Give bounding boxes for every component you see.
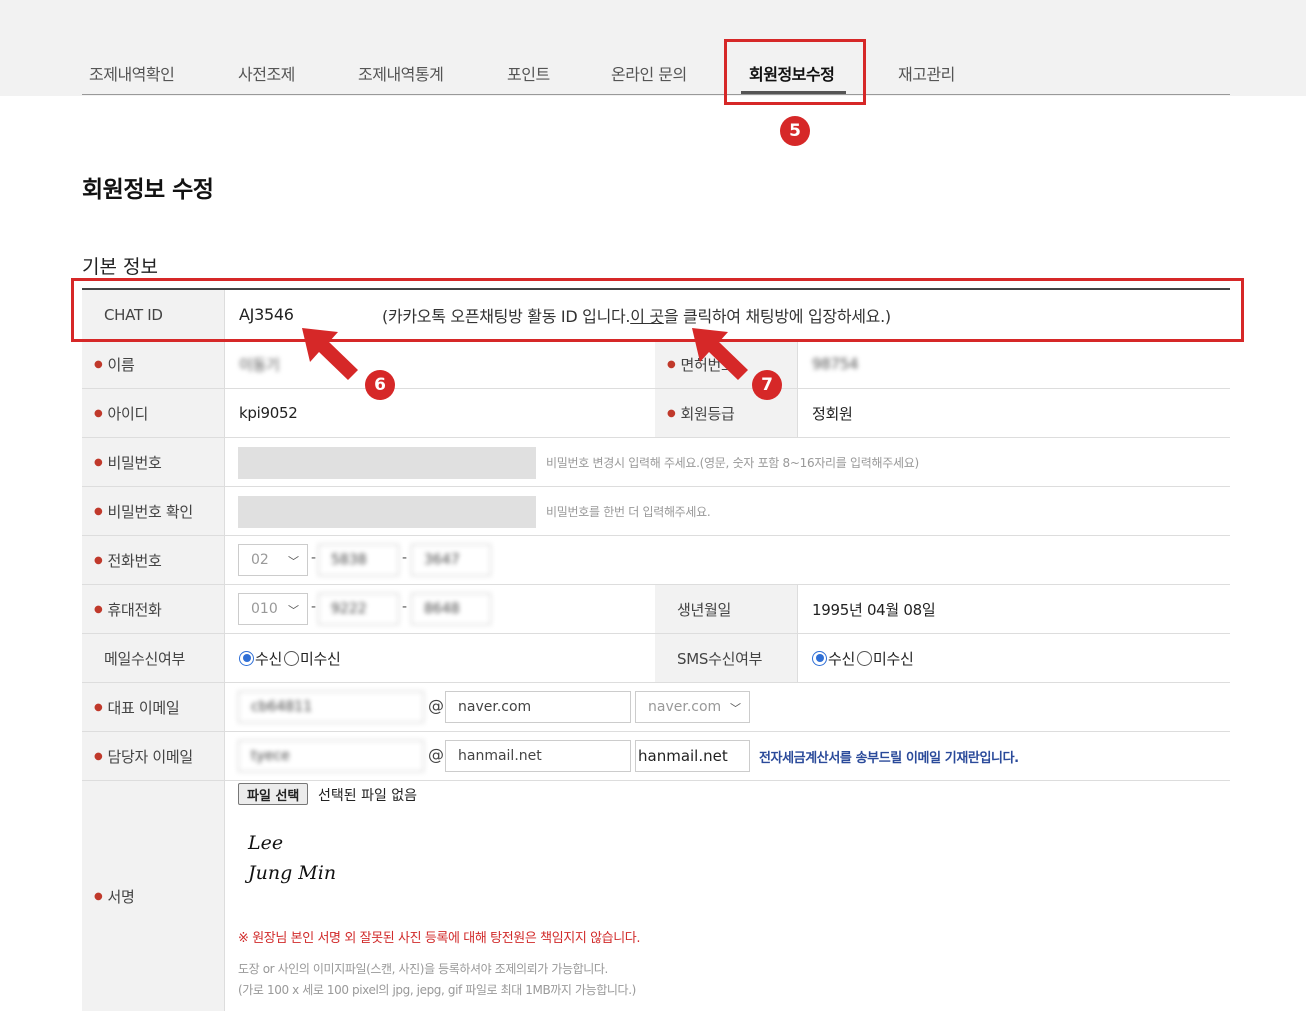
sms-yes-radio[interactable]: 수신 [812, 648, 855, 669]
birth-label: 생년월일 [655, 585, 797, 633]
sms-opt-label: SMS수신여부 [655, 634, 797, 682]
chevron-down-icon: ﹀ [288, 604, 299, 617]
arrow-icon [692, 328, 748, 380]
main-email-local-input[interactable]: cb64811 [238, 691, 424, 723]
row-phone: ● 전화번호 02 ﹀ - 5838 - 3647 [82, 536, 1230, 585]
annotation-badge-5: 5 [780, 116, 810, 146]
file-select-button[interactable]: 파일 선택 [238, 783, 309, 805]
row-mobile: ● 휴대전화 010 ﹀ - 9222 - 8648 생년월일 1995년 04월 … [82, 585, 1230, 634]
row-signature: ● 서명 파일 선택 선택된 파일 없음 Lee Jung Min ※ 원장님 본… [82, 781, 1230, 1011]
member-form: CHAT ID AJ3546 (카카오톡 오픈채팅방 활동 ID 입니다. 이 … [82, 288, 1230, 1011]
mail-no-radio[interactable]: 미수신 [284, 648, 341, 669]
tab-dispense-stats[interactable]: 조제내역통계 [358, 61, 444, 85]
mail-opt-label: 메일수신여부 [82, 634, 224, 682]
mail-opt-group: 수신 미수신 [239, 634, 343, 682]
manager-email-domain-select[interactable]: hanmail.net [635, 740, 750, 772]
file-status: 선택된 파일 없음 [318, 788, 418, 804]
mobile-area-select[interactable]: 010 ﹀ [238, 593, 308, 625]
section-title: 기본 정보 [82, 256, 158, 278]
row-password-confirm: ● 비밀번호 확인 비밀번호를 한번 더 입력해주세요. [82, 487, 1230, 536]
password-confirm-hint: 비밀번호를 한번 더 입력해주세요. [546, 504, 711, 519]
name-value: 이동기 [239, 355, 280, 374]
main-email-domain-input[interactable]: naver.com [445, 691, 631, 723]
row-name: ● 이름 이동기 ● 면허번호 98754 [82, 340, 1230, 389]
password-confirm-input[interactable] [238, 496, 536, 528]
tab-inventory[interactable]: 재고관리 [898, 61, 955, 85]
grade-value: 정회원 [812, 404, 853, 423]
password-confirm-label: ● 비밀번호 확인 [82, 487, 224, 535]
signature-warning: ※ 원장님 본인 서명 외 잘못된 사진 등록에 대해 탕전원은 책임지지 않습… [238, 931, 641, 946]
phone-last-input[interactable]: 3647 [411, 544, 491, 576]
dash: - [311, 599, 317, 615]
dash: - [402, 599, 408, 615]
row-password: ● 비밀번호 비밀번호 변경시 입력해 주세요.(영문, 숫자 포함 8~16자리… [82, 438, 1230, 487]
password-hint: 비밀번호 변경시 입력해 주세요.(영문, 숫자 포함 8~16자리를 입력해주… [546, 455, 919, 470]
user-id-value: kpi9052 [239, 404, 298, 422]
dash: - [402, 550, 408, 566]
page-title: 회원정보 수정 [82, 177, 214, 203]
birth-value: 1995년 04월 08일 [812, 600, 936, 619]
annotation-badge-7: 7 [752, 370, 782, 400]
annotation-badge-6: 6 [365, 370, 395, 400]
main-email-domain-select[interactable]: naver.com ﹀ [635, 691, 750, 723]
at-sign: @ [428, 696, 444, 715]
name-label: ● 이름 [82, 340, 224, 388]
license-value: 98754 [812, 355, 859, 373]
mobile-label: ● 휴대전화 [82, 585, 224, 633]
mobile-mid-input[interactable]: 9222 [318, 593, 399, 625]
signature-note: 도장 or 사인의 이미지파일(스캔, 사진)을 등록하셔야 조제의뢰가 가능합… [238, 962, 636, 997]
tab-online-inquiry[interactable]: 온라인 문의 [611, 61, 687, 85]
row-main-email: ● 대표 이메일 cb64811 @ naver.com naver.com ﹀ [82, 683, 1230, 732]
chevron-down-icon: ﹀ [730, 702, 741, 715]
at-sign: @ [428, 745, 444, 764]
tab-bar-divider [82, 94, 1230, 95]
signature-image: Lee Jung Min [248, 832, 337, 884]
mobile-last-input[interactable]: 8648 [411, 593, 491, 625]
manager-email-label: ● 담당자 이메일 [82, 732, 224, 780]
mail-yes-radio[interactable]: 수신 [239, 648, 282, 669]
row-manager-email: ● 담당자 이메일 tyece @ hanmail.net hanmail.net… [82, 732, 1230, 781]
arrow-icon [302, 328, 358, 380]
tab-points[interactable]: 포인트 [507, 61, 550, 85]
tab-pre-dispense[interactable]: 사전조제 [238, 61, 295, 85]
phone-area-select[interactable]: 02 ﹀ [238, 544, 308, 576]
signature-label: ● 서명 [82, 781, 224, 1011]
user-id-label: ● 아이디 [82, 389, 224, 437]
password-label: ● 비밀번호 [82, 438, 224, 486]
phone-mid-input[interactable]: 5838 [318, 544, 399, 576]
manager-email-local-input[interactable]: tyece [238, 740, 424, 772]
highlight-chat-id-row [71, 278, 1244, 342]
row-user-id: ● 아이디 kpi9052 ● 회원등급 정회원 [82, 389, 1230, 438]
sms-opt-group: 수신 미수신 [812, 634, 916, 682]
dash: - [311, 550, 317, 566]
tab-dispense-history[interactable]: 조제내역확인 [89, 61, 175, 85]
tax-invoice-note: 전자세금계산서를 송부드릴 이메일 기재란입니다. [759, 750, 1019, 766]
manager-email-domain-input[interactable]: hanmail.net [445, 740, 631, 772]
chevron-down-icon: ﹀ [288, 555, 299, 568]
password-input[interactable] [238, 447, 536, 479]
sms-no-radio[interactable]: 미수신 [857, 648, 914, 669]
highlight-member-tab [724, 39, 866, 105]
main-email-label: ● 대표 이메일 [82, 683, 224, 731]
row-receive-options: 메일수신여부 수신 미수신 SMS수신여부 수신 미수신 [82, 634, 1230, 683]
phone-label: ● 전화번호 [82, 536, 224, 584]
